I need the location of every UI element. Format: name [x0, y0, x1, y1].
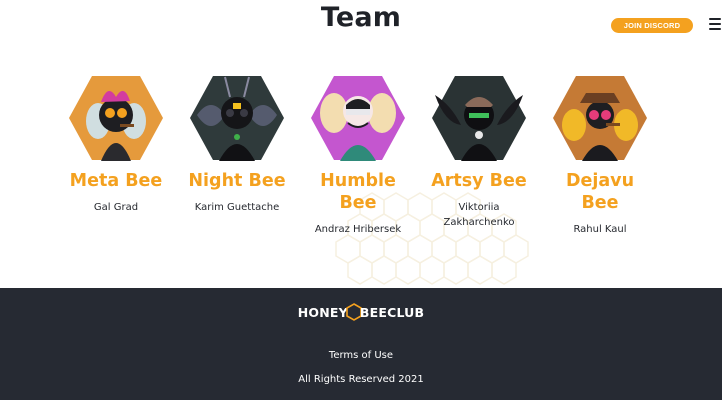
member-person-name: Karim Guettache	[194, 202, 280, 213]
team-section: Team JOIN DISCORD Meta Bee Gal Grad Nigh…	[0, 0, 722, 288]
member-person-name: Viktoriia Zakharchenko	[443, 202, 515, 228]
bee-avatar-image	[432, 76, 526, 161]
member-bee-name: Dejavu Bee	[565, 171, 635, 213]
member-person-name: Rahul Kaul	[573, 224, 627, 235]
terms-of-use-link[interactable]: Terms of Use	[0, 350, 722, 361]
team-member-card: Meta Bee Gal Grad	[61, 75, 171, 215]
hamburger-menu-icon[interactable]	[709, 18, 721, 32]
copyright-text: All Rights Reserved 2021	[298, 374, 424, 385]
member-bee-name: Night Bee	[188, 171, 286, 191]
member-bee-name: Humble Bee	[320, 171, 396, 213]
footer: HONEY BEECLUB Terms of Use All Rights Res…	[0, 288, 722, 400]
team-member-card: Night Bee Karim Guettache	[182, 75, 292, 215]
honeybeeclub-logo[interactable]: HONEY BEECLUB	[0, 302, 722, 321]
team-member-card: Dejavu Bee Rahul Kaul	[545, 75, 655, 237]
team-member-card: Humble Bee Andraz Hribersek	[303, 75, 413, 237]
member-bee-name: Artsy Bee	[431, 171, 527, 191]
logo-text-left: HONEY	[297, 305, 348, 320]
bee-avatar-image	[190, 76, 284, 161]
logo-text-right: BEECLUB	[359, 305, 425, 320]
member-person-name: Gal Grad	[93, 202, 139, 213]
join-discord-button[interactable]: JOIN DISCORD	[611, 18, 693, 33]
member-bee-name: Meta Bee	[69, 171, 163, 191]
bee-avatar-image	[553, 76, 647, 161]
team-member-card: Artsy Bee Viktoriia Zakharchenko	[424, 75, 534, 230]
member-person-name: Andraz Hribersek	[314, 224, 402, 235]
bee-avatar-image	[69, 76, 163, 161]
bee-avatar-image	[311, 76, 405, 161]
